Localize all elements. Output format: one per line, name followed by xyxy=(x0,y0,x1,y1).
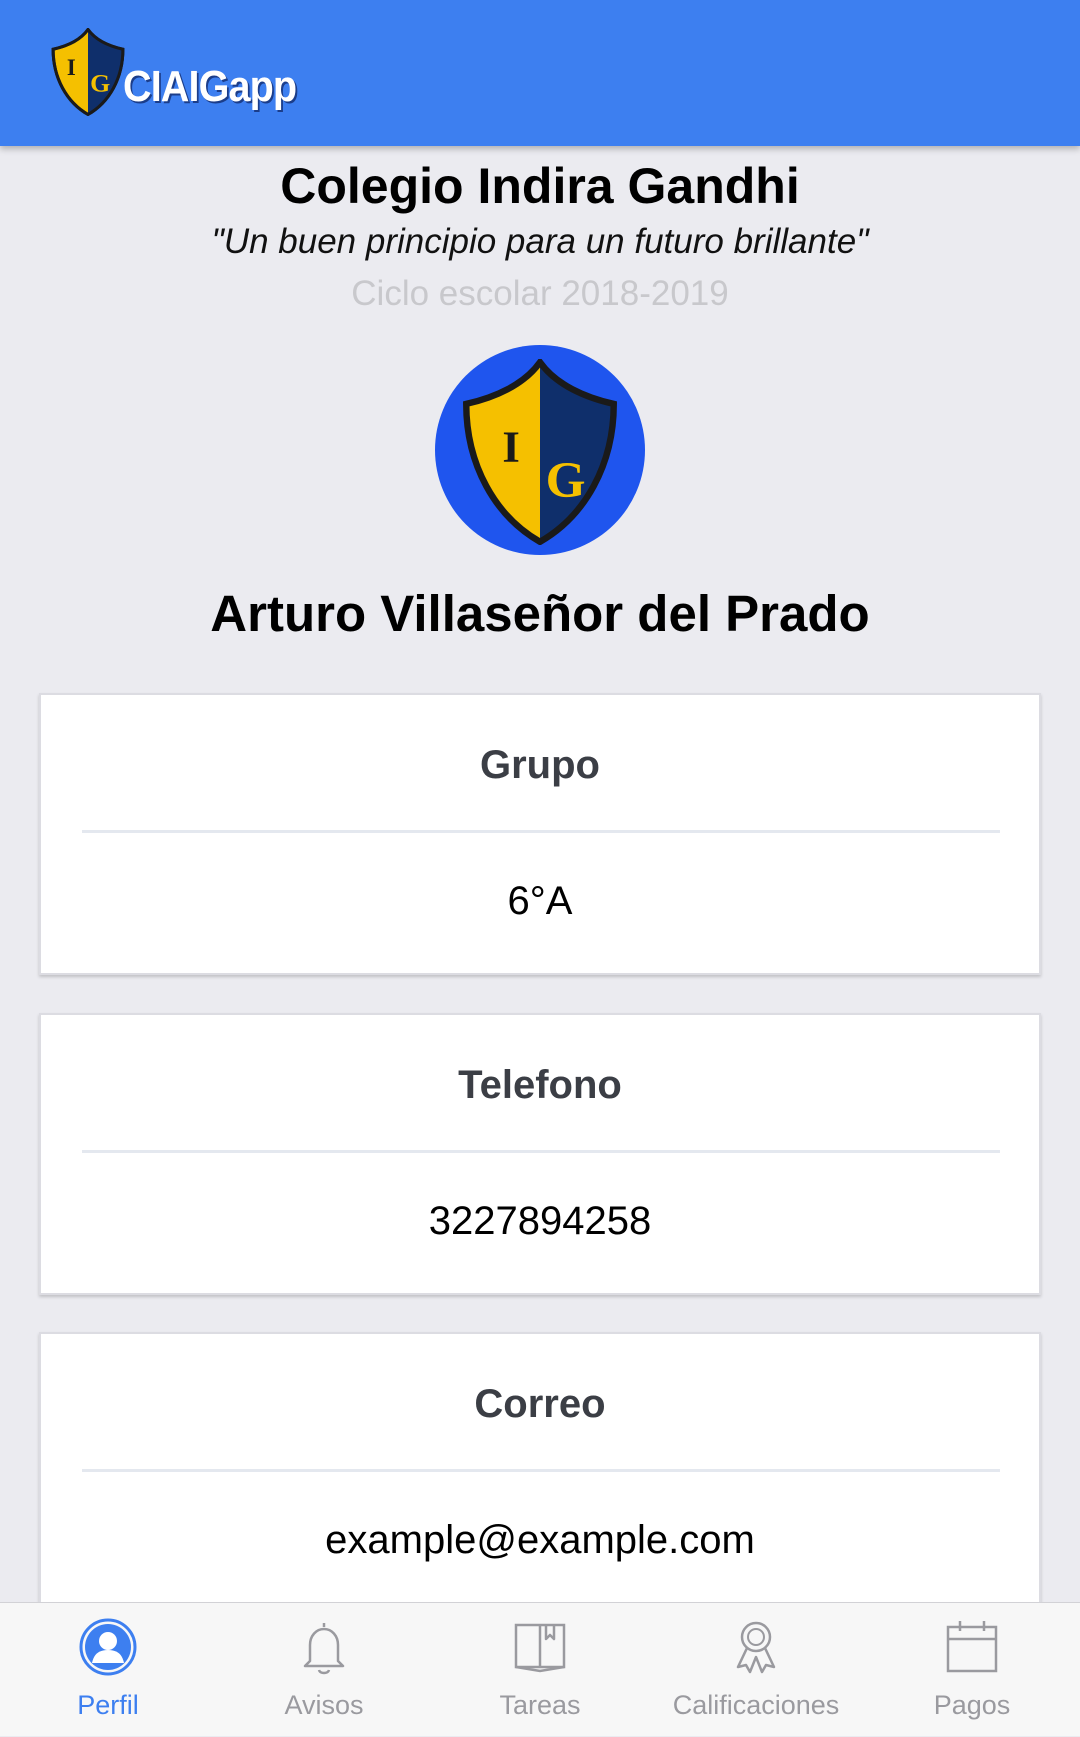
person-icon xyxy=(79,1618,137,1676)
logo-letter-i: I xyxy=(67,55,76,80)
email-value: example@example.com xyxy=(325,1518,755,1562)
email-label: Correo xyxy=(474,1382,606,1426)
group-card: Grupo 6°A xyxy=(39,693,1041,975)
award-icon xyxy=(736,1621,776,1674)
avatar-letter-g: G xyxy=(546,452,586,509)
avatar-letter-i: I xyxy=(502,422,519,472)
phone-card: Telefono 3227894258 xyxy=(39,1013,1041,1295)
school-name: Colegio Indira Gandhi xyxy=(280,158,800,214)
group-value: 6°A xyxy=(507,879,573,923)
school-shield-icon: I G xyxy=(463,359,617,545)
app-header: I G CIAIGapp xyxy=(0,0,1080,146)
school-cycle: Ciclo escolar 2018-2019 xyxy=(351,274,729,313)
bell-icon xyxy=(303,1623,345,1675)
card-divider xyxy=(82,830,1000,833)
school-shield-logo: I G xyxy=(51,28,125,116)
profile-content[interactable]: Colegio Indira Gandhi "Un buen principio… xyxy=(0,146,1080,1602)
card-divider xyxy=(82,1469,1000,1472)
tab-label: Perfil xyxy=(77,1690,139,1720)
group-label: Grupo xyxy=(480,743,600,787)
email-card: Correo example@example.com xyxy=(39,1332,1041,1602)
tab-tareas[interactable]: Tareas xyxy=(432,1603,648,1737)
avatar: I G xyxy=(435,345,645,555)
tab-label: Tareas xyxy=(499,1690,581,1720)
app-name: CIAIGapp xyxy=(123,62,297,111)
phone-value: 3227894258 xyxy=(428,1199,652,1243)
bottom-tab-bar: Perfil Avisos Tareas Calificaciones Pago… xyxy=(0,1602,1080,1736)
tab-calificaciones[interactable]: Calificaciones xyxy=(648,1603,864,1737)
tab-label: Calificaciones xyxy=(672,1690,840,1720)
calendar-icon xyxy=(946,1621,998,1673)
tab-avisos[interactable]: Avisos xyxy=(216,1603,432,1737)
tab-label: Avisos xyxy=(284,1690,364,1720)
tab-label: Pagos xyxy=(933,1690,1011,1720)
tab-pagos[interactable]: Pagos xyxy=(864,1603,1080,1737)
phone-label: Telefono xyxy=(458,1063,622,1107)
tab-perfil[interactable]: Perfil xyxy=(0,1603,216,1737)
logo-letter-g: G xyxy=(90,69,110,98)
card-divider xyxy=(82,1150,1000,1153)
book-icon xyxy=(514,1623,566,1673)
school-motto: "Un buen principio para un futuro brilla… xyxy=(211,222,869,261)
student-name: Arturo Villaseñor del Prado xyxy=(210,585,870,642)
